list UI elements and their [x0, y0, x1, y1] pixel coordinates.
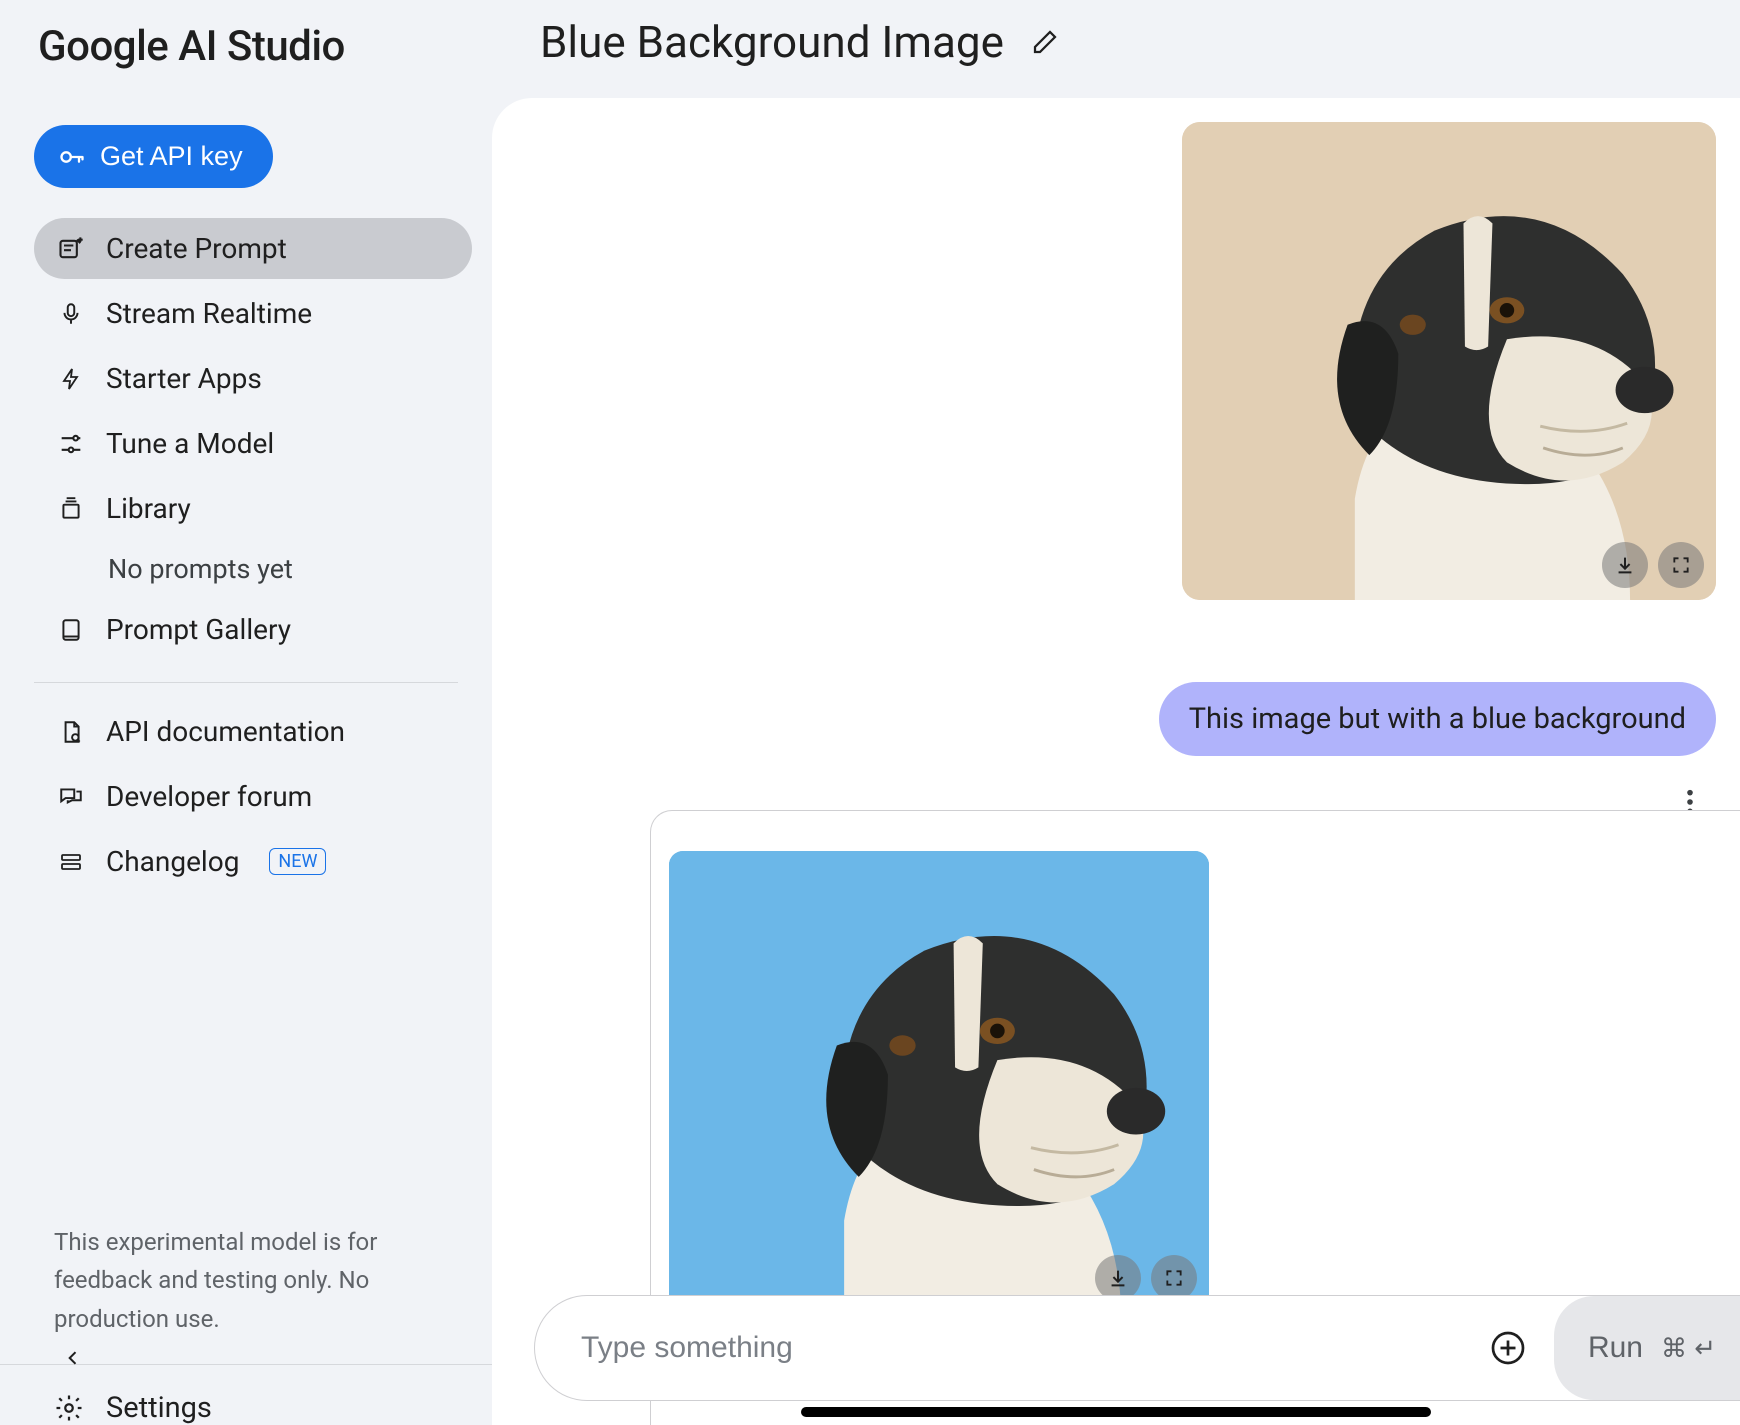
create-prompt-icon — [56, 235, 86, 263]
sidebar-item-label: Prompt Gallery — [106, 613, 291, 646]
composer: Run ⌘ ↵ — [534, 1295, 1740, 1401]
sidebar-item-api-docs[interactable]: API documentation — [34, 701, 472, 762]
tune-icon — [56, 430, 86, 458]
docs-icon — [56, 718, 86, 746]
new-badge: NEW — [269, 848, 326, 875]
sidebar-item-prompt-gallery[interactable]: Prompt Gallery — [34, 599, 472, 660]
expand-image-button[interactable] — [1658, 542, 1704, 588]
sidebar-item-label: Create Prompt — [106, 232, 287, 265]
gallery-icon — [56, 616, 86, 644]
sidebar-item-label: Starter Apps — [106, 362, 262, 395]
settings-label: Settings — [106, 1391, 212, 1425]
mic-icon — [56, 301, 86, 327]
model-generated-image — [669, 851, 1209, 1313]
bolt-icon — [56, 365, 86, 393]
home-indicator — [801, 1407, 1431, 1417]
sidebar-item-label: Developer forum — [106, 780, 312, 813]
forum-icon — [56, 784, 86, 810]
app-logo: Google AI Studio — [0, 12, 492, 103]
sidebar-item-stream-realtime[interactable]: Stream Realtime — [34, 283, 472, 344]
key-icon — [58, 143, 86, 171]
sidebar: Google AI Studio Get API key Create Prom… — [0, 0, 492, 1425]
sidebar-item-create-prompt[interactable]: Create Prompt — [34, 218, 472, 279]
run-shortcut: ⌘ ↵ — [1661, 1333, 1716, 1364]
sidebar-item-developer-forum[interactable]: Developer forum — [34, 766, 472, 827]
sidebar-item-starter-apps[interactable]: Starter Apps — [34, 348, 472, 409]
sidebar-item-library[interactable]: Library — [34, 478, 472, 539]
page-title: Blue Background Image — [540, 16, 1004, 68]
sidebar-item-label: Tune a Model — [106, 427, 274, 460]
chat-panel: This image but with a blue background — [492, 98, 1740, 1425]
changelog-icon — [56, 850, 86, 874]
download-image-button[interactable] — [1602, 542, 1648, 588]
user-uploaded-image — [1182, 122, 1716, 600]
user-message-bubble: This image but with a blue background — [1159, 682, 1716, 756]
sidebar-item-changelog[interactable]: Changelog NEW — [34, 831, 472, 892]
collapse-sidebar-button[interactable] — [56, 1341, 90, 1375]
sidebar-item-label: Changelog — [106, 845, 239, 878]
sidebar-item-label: API documentation — [106, 715, 345, 748]
get-api-key-button[interactable]: Get API key — [34, 125, 273, 188]
main-panel: Blue Background Image — [492, 0, 1740, 1425]
library-empty-text: No prompts yet — [34, 543, 472, 595]
library-icon — [56, 496, 86, 522]
gear-icon — [54, 1393, 84, 1423]
user-message-text: This image but with a blue background — [1189, 702, 1686, 736]
run-button[interactable]: Run ⌘ ↵ — [1554, 1296, 1740, 1400]
add-attachment-button[interactable] — [1486, 1326, 1530, 1370]
get-api-key-label: Get API key — [100, 141, 243, 172]
edit-title-button[interactable] — [1030, 27, 1060, 57]
sidebar-item-label: Library — [106, 492, 191, 525]
sidebar-item-tune-model[interactable]: Tune a Model — [34, 413, 472, 474]
prompt-input[interactable] — [581, 1331, 1462, 1365]
sidebar-item-label: Stream Realtime — [106, 297, 312, 330]
divider — [34, 682, 458, 683]
run-label: Run — [1588, 1331, 1643, 1365]
